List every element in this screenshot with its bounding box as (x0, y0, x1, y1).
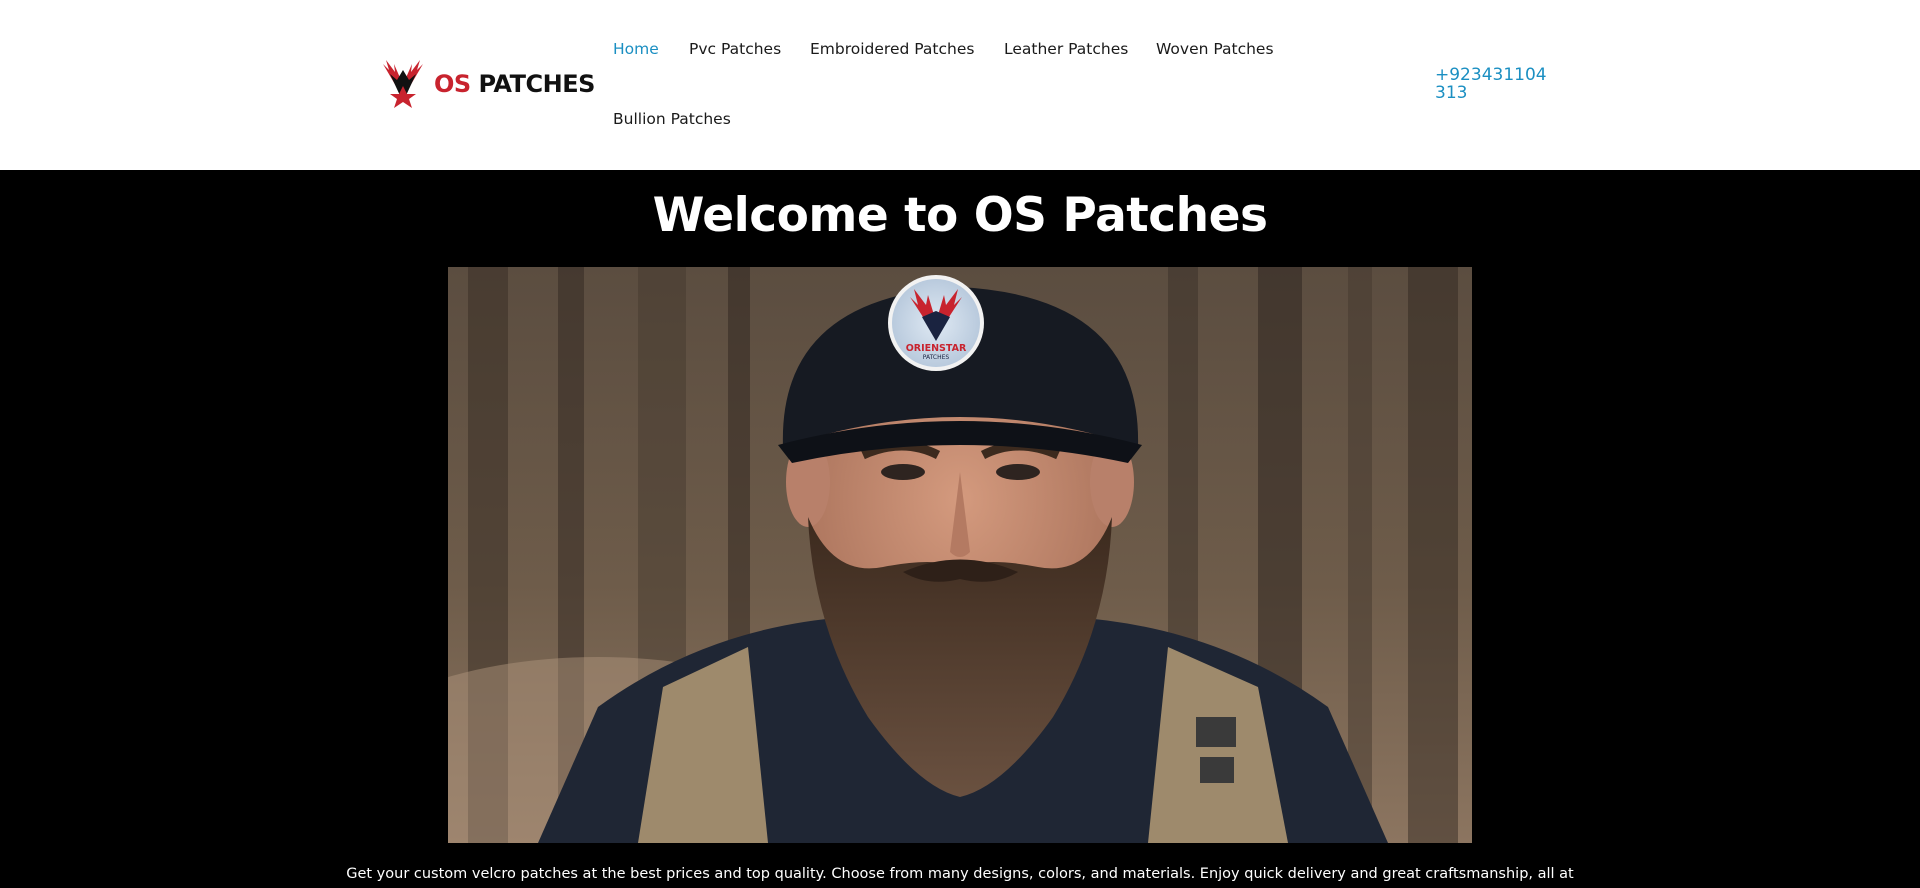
bearded-man-cap-photo: ORIENSTAR PATCHES (448, 267, 1472, 843)
hero-image: ORIENSTAR PATCHES (448, 267, 1472, 843)
patch-text-line2: PATCHES (923, 354, 950, 361)
site-logo[interactable]: OS PATCHES (378, 58, 595, 110)
eagle-logo-icon (383, 60, 423, 108)
patch-text-line1: ORIENSTAR (906, 343, 967, 354)
nav-item-leather-patches[interactable]: Leather Patches (1004, 40, 1128, 58)
hero-title: Welcome to OS Patches (652, 188, 1268, 243)
nav-item-pvc-patches[interactable]: Pvc Patches (689, 40, 781, 58)
logo-wordmark: OS PATCHES (434, 70, 595, 98)
nav-item-embroidered-patches[interactable]: Embroidered Patches (810, 40, 974, 58)
nav-item-bullion-patches[interactable]: Bullion Patches (613, 110, 731, 128)
logo-text-patches: PATCHES (478, 70, 596, 98)
nav-item-woven-patches[interactable]: Woven Patches (1156, 40, 1274, 58)
nav-item-home[interactable]: Home (613, 40, 659, 58)
logo-text-os: OS (434, 70, 471, 98)
site-header: OS PATCHES Home Pvc Patches Embroidered … (0, 0, 1920, 170)
hero-section: Welcome to OS Patches ORIENSTAR PATCHES … (0, 170, 1920, 888)
hero-description: Get your custom velcro patches at the be… (346, 866, 1574, 882)
phone-link[interactable]: +923431104313 (1435, 66, 1557, 102)
